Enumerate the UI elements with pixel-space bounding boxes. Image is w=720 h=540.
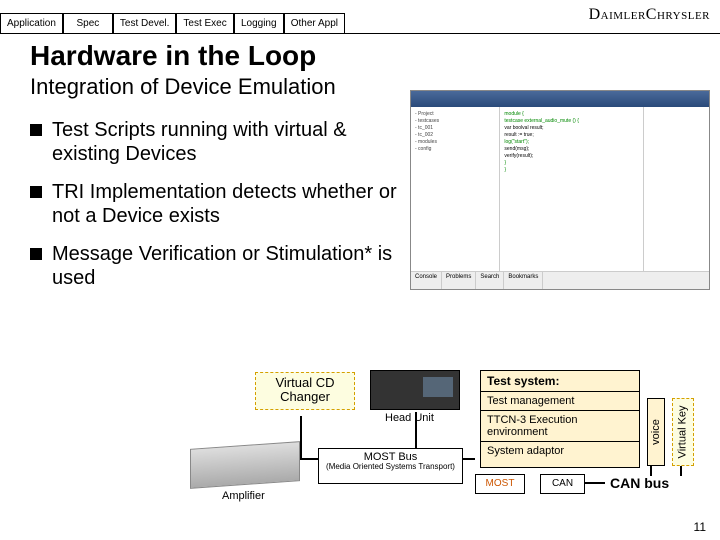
voice-box: voice <box>647 398 665 466</box>
can-box: CAN <box>540 474 585 494</box>
brand-logo: DaimlerChrysler <box>589 6 710 24</box>
bullet-icon <box>30 186 42 198</box>
virtual-key-box: Virtual Key <box>672 398 694 466</box>
most-box: MOST <box>475 474 525 494</box>
bullet-icon <box>30 124 42 136</box>
most-bus-box: MOST Bus (Media Oriented Systems Transpo… <box>318 448 463 484</box>
bullet-text: TRI Implementation detects whether or no… <box>52 180 402 228</box>
amplifier-label: Amplifier <box>222 490 265 502</box>
tab-test-exec[interactable]: Test Exec <box>176 13 233 33</box>
test-system-box: Test system: Test management TTCN-3 Exec… <box>480 370 640 468</box>
tab-logging[interactable]: Logging <box>234 13 284 33</box>
head-unit-label: Head Unit <box>385 412 434 424</box>
bullet-icon <box>30 248 42 260</box>
tab-application[interactable]: Application <box>0 13 63 33</box>
bullet-text: Test Scripts running with virtual & exis… <box>52 118 402 166</box>
head-unit-image <box>370 370 460 410</box>
tab-other-appl[interactable]: Other Appl <box>284 13 345 33</box>
tab-spec[interactable]: Spec <box>63 13 113 33</box>
ide-screenshot: - Project - testcases - tc_001 - tc_002 … <box>410 90 710 290</box>
nav-tabs: Application Spec Test Devel. Test Exec L… <box>0 13 415 34</box>
virtual-cd-changer-box: Virtual CD Changer <box>255 372 355 410</box>
architecture-diagram: Virtual CD Changer Head Unit Test system… <box>110 370 710 510</box>
page-number: 11 <box>694 520 706 534</box>
can-bus-label: CAN bus <box>610 475 669 491</box>
amplifier-image <box>190 441 300 489</box>
bullet-text: Message Verification or Stimulation* is … <box>52 242 402 290</box>
tab-test-devel[interactable]: Test Devel. <box>113 13 176 33</box>
page-title: Hardware in the Loop <box>0 34 720 72</box>
ide-tree: - Project - testcases - tc_001 - tc_002 … <box>411 107 500 271</box>
ide-editor: module { testcase external_audio_mute ()… <box>500 107 643 271</box>
